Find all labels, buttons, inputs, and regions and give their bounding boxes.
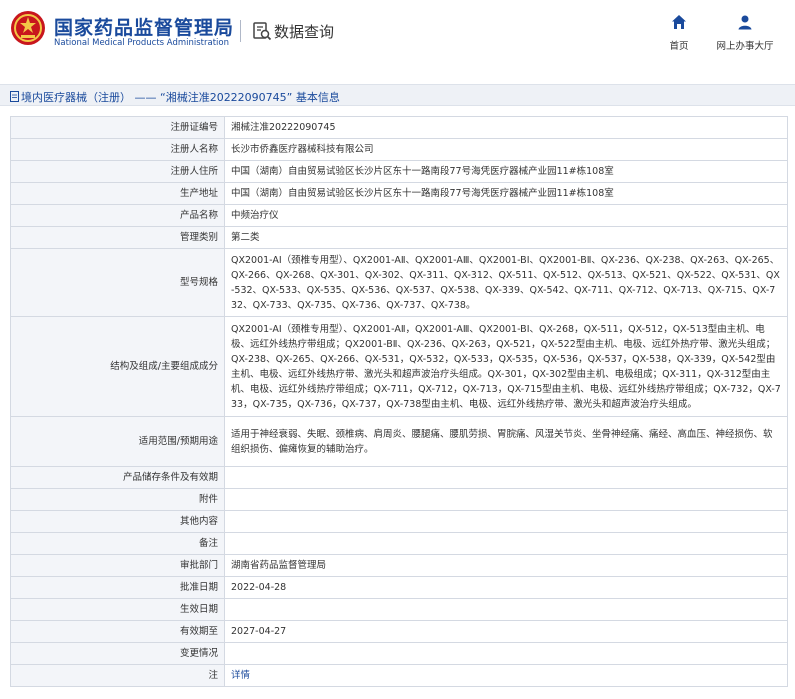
table-row: 注册人住所 中国（湖南）自由贸易试验区长沙片区东十一路南段77号海凭医疗器械产业园… <box>10 160 788 183</box>
table-row: 附件 <box>10 488 788 511</box>
field-label: 注 <box>10 664 225 687</box>
field-value: QX2001-AI（颈椎专用型）、QX2001-AⅡ、QX2001-AⅢ、QX2… <box>224 248 788 317</box>
national-emblem-icon <box>11 11 45 45</box>
nav-home-label: 首页 <box>669 41 689 52</box>
nav-home[interactable]: 首页 <box>664 14 694 53</box>
table-row: 结构及组成/主要组成成分 QX2001-AI（颈椎专用型）、QX2001-AⅡ，Q… <box>10 316 788 417</box>
field-label: 生效日期 <box>10 598 225 621</box>
field-value: 中国（湖南）自由贸易试验区长沙片区东十一路南段77号海凭医疗器械产业园11#栋1… <box>224 160 788 183</box>
field-label: 备注 <box>10 532 225 555</box>
table-row: 产品储存条件及有效期 <box>10 466 788 489</box>
table-row: 注册证编号 湘械注准20222090745 <box>10 116 788 139</box>
registration-info-table: 注册证编号 湘械注准20222090745 注册人名称 长沙市侨鑫医疗器械科技有限公司… <box>10 116 788 687</box>
table-row: 有效期至 2027-04-27 <box>10 620 788 643</box>
table-row: 批准日期 2022-04-28 <box>10 576 788 599</box>
table-row: 生效日期 <box>10 598 788 621</box>
field-value: 2027-04-27 <box>224 620 788 643</box>
home-icon <box>672 15 686 29</box>
field-value: 详情 <box>224 664 788 687</box>
field-value <box>224 510 788 533</box>
document-icon <box>10 91 19 102</box>
site-logo-title[interactable]: 国家药品监督管理局 <box>54 13 234 40</box>
table-row: 备注 <box>10 532 788 555</box>
table-row: 注详情 <box>10 664 788 687</box>
table-row: 其他内容 <box>10 510 788 533</box>
field-label: 型号规格 <box>10 248 225 317</box>
user-icon <box>738 15 752 30</box>
breadcrumb-bar: 境内医疗器械（注册） —— “湘械注准20222090745” 基本信息 <box>0 84 795 106</box>
field-label: 变更情况 <box>10 642 225 665</box>
page-section-title: 数据查询 <box>274 23 335 41</box>
header-divider <box>240 20 241 42</box>
field-value <box>224 598 788 621</box>
data-query-icon <box>253 22 272 41</box>
nav-online-service-hall[interactable]: 网上办事大厅 <box>714 14 776 53</box>
field-value: 2022-04-28 <box>224 576 788 599</box>
table-row: 管理类别 第二类 <box>10 226 788 249</box>
table-row: 审批部门 湖南省药品监督管理局 <box>10 554 788 577</box>
field-value: 中国（湖南）自由贸易试验区长沙片区东十一路南段77号海凭医疗器械产业园11#栋1… <box>224 182 788 205</box>
field-label: 其他内容 <box>10 510 225 533</box>
field-value <box>224 488 788 511</box>
nav-online-service-hall-label: 网上办事大厅 <box>716 41 774 52</box>
field-label: 注册人名称 <box>10 138 225 161</box>
field-value: 湘械注准20222090745 <box>224 116 788 139</box>
field-value: 中频治疗仪 <box>224 204 788 227</box>
field-label: 批准日期 <box>10 576 225 599</box>
table-row: 变更情况 <box>10 642 788 665</box>
table-row: 型号规格 QX2001-AI（颈椎专用型）、QX2001-AⅡ、QX2001-AⅢ… <box>10 248 788 317</box>
field-label: 适用范围/预期用途 <box>10 416 225 467</box>
field-label: 注册人住所 <box>10 160 225 183</box>
field-label: 有效期至 <box>10 620 225 643</box>
field-value <box>224 466 788 489</box>
field-label: 附件 <box>10 488 225 511</box>
field-value <box>224 642 788 665</box>
field-label: 产品储存条件及有效期 <box>10 466 225 489</box>
field-value: 第二类 <box>224 226 788 249</box>
field-value: 适用于神经衰弱、失眠、颈椎病、肩周炎、腰腿痛、腰肌劳损、胃脘痛、风湿关节炎、坐骨… <box>224 416 788 467</box>
field-label: 审批部门 <box>10 554 225 577</box>
field-value <box>224 532 788 555</box>
field-label: 管理类别 <box>10 226 225 249</box>
field-value: QX2001-AI（颈椎专用型）、QX2001-AⅡ，QX2001-AⅢ、QX2… <box>224 316 788 417</box>
breadcrumb-text: 境内医疗器械（注册） —— “湘械注准20222090745” 基本信息 <box>21 91 340 104</box>
table-row: 生产地址 中国（湖南）自由贸易试验区长沙片区东十一路南段77号海凭医疗器械产业园1… <box>10 182 788 205</box>
breadcrumb: 境内医疗器械（注册） —— “湘械注准20222090745” 基本信息 <box>10 89 340 105</box>
table-row: 适用范围/预期用途 适用于神经衰弱、失眠、颈椎病、肩周炎、腰腿痛、腰肌劳损、胃脘痛… <box>10 416 788 467</box>
details-link[interactable]: 详情 <box>231 670 250 681</box>
table-row: 产品名称 中频治疗仪 <box>10 204 788 227</box>
field-value: 长沙市侨鑫医疗器械科技有限公司 <box>224 138 788 161</box>
table-row: 注册人名称 长沙市侨鑫医疗器械科技有限公司 <box>10 138 788 161</box>
field-label: 注册证编号 <box>10 116 225 139</box>
site-logo-subtitle: National Medical Products Administration <box>54 38 229 48</box>
field-label: 生产地址 <box>10 182 225 205</box>
site-header: 国家药品监督管理局 National Medical Products Admi… <box>0 0 795 72</box>
field-value: 湖南省药品监督管理局 <box>224 554 788 577</box>
field-label: 产品名称 <box>10 204 225 227</box>
field-label: 结构及组成/主要组成成分 <box>10 316 225 417</box>
